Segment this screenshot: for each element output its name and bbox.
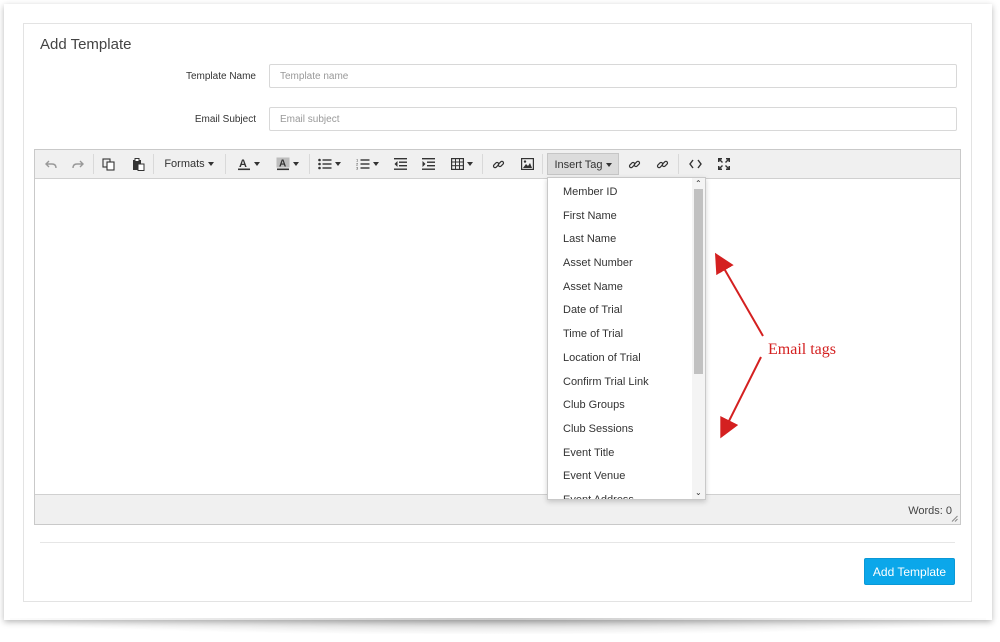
insert-tag-label: Insert Tag — [554, 159, 603, 171]
redo-icon[interactable] — [70, 153, 86, 175]
insert-tag-menu-item[interactable]: First Name — [548, 205, 692, 229]
editor-toolbar: Formats A A 123 Insert Tag — [35, 150, 960, 179]
font-color-icon[interactable]: A — [232, 153, 264, 175]
chevron-down-icon — [372, 162, 379, 167]
insert-tag-menu-item[interactable]: Event Address — [548, 489, 692, 499]
word-count: Words: 0 — [908, 505, 952, 517]
add-template-button[interactable]: Add Template — [864, 558, 955, 585]
panel-title: Add Template — [40, 36, 132, 53]
toolbar-separator — [225, 154, 226, 174]
scrollbar-thumb[interactable] — [694, 189, 703, 374]
indent-icon[interactable] — [420, 153, 436, 175]
resize-handle-icon[interactable] — [951, 515, 958, 522]
insert-tag-menu-item[interactable]: Asset Name — [548, 276, 692, 300]
insert-tag-menu-item[interactable]: Member ID — [548, 181, 692, 205]
insert-tag-menu-item[interactable]: Event Venue — [548, 465, 692, 489]
table-icon[interactable] — [448, 153, 476, 175]
copy-icon[interactable] — [100, 153, 116, 175]
editor-content-area[interactable] — [35, 179, 960, 495]
template-name-label: Template Name — [185, 71, 256, 82]
fullscreen-icon[interactable] — [716, 153, 732, 175]
insert-tag-dropdown-button[interactable]: Insert Tag — [547, 153, 619, 175]
editor-statusbar: Words: 0 — [35, 494, 960, 524]
email-subject-input[interactable] — [269, 107, 957, 131]
svg-text:A: A — [239, 158, 247, 170]
insert-tag-menu-item[interactable]: Asset Number — [548, 252, 692, 276]
annotation-label: Email tags — [768, 341, 836, 358]
link-icon[interactable] — [490, 153, 506, 175]
insert-tag-menu-item[interactable]: Time of Trial — [548, 323, 692, 347]
insert-tag-menu-scrollbar[interactable]: ⌃ ⌄ — [692, 178, 705, 499]
chevron-down-icon — [334, 162, 341, 167]
insert-tag-menu-item[interactable]: Location of Trial — [548, 347, 692, 371]
formats-dropdown[interactable]: Formats — [159, 153, 219, 175]
template-name-input[interactable] — [269, 64, 957, 88]
toolbar-separator — [678, 154, 679, 174]
svg-text:A: A — [279, 159, 286, 170]
chevron-down-icon — [467, 162, 473, 167]
chevron-down-icon — [605, 163, 612, 168]
insert-tag-menu: Member ID First Name Last Name Asset Number… — [547, 177, 706, 500]
rich-text-editor: Formats A A 123 Insert Tag Words: 0 — [34, 149, 961, 525]
toolbar-separator — [542, 154, 543, 174]
insert-link-icon[interactable] — [626, 153, 642, 175]
chevron-down-icon — [253, 162, 260, 167]
toolbar-separator — [93, 154, 94, 174]
form-divider — [40, 542, 955, 543]
outdent-icon[interactable] — [392, 153, 408, 175]
email-subject-label: Email Subject — [194, 114, 256, 125]
insert-tag-menu-item[interactable]: Event Title — [548, 442, 692, 466]
background-color-icon[interactable]: A — [271, 153, 303, 175]
page-curl-shadow — [10, 618, 986, 634]
toolbar-separator — [153, 154, 154, 174]
insert-tag-menu-item[interactable]: Club Groups — [548, 394, 692, 418]
insert-tag-menu-item[interactable]: Confirm Trial Link — [548, 371, 692, 395]
insert-tag-menu-item[interactable]: Last Name — [548, 228, 692, 252]
insert-tag-menu-list: Member ID First Name Last Name Asset Number… — [548, 178, 692, 499]
source-code-icon[interactable] — [687, 153, 703, 175]
image-icon[interactable] — [519, 153, 535, 175]
formats-label: Formats — [164, 158, 205, 170]
unlink-icon[interactable] — [654, 153, 670, 175]
toolbar-separator — [309, 154, 310, 174]
chevron-down-icon — [292, 162, 299, 167]
paste-icon[interactable] — [130, 153, 146, 175]
bullet-list-icon[interactable] — [314, 153, 344, 175]
numbered-list-icon[interactable]: 123 — [352, 153, 382, 175]
toolbar-separator — [482, 154, 483, 174]
insert-tag-menu-item[interactable]: Club Sessions — [548, 418, 692, 442]
undo-icon[interactable] — [43, 153, 59, 175]
svg-text:3: 3 — [356, 166, 359, 171]
chevron-up-icon[interactable]: ⌃ — [695, 180, 702, 188]
add-template-panel: Add Template Template Name Email Subject — [23, 23, 972, 602]
insert-tag-menu-item[interactable]: Date of Trial — [548, 299, 692, 323]
chevron-down-icon[interactable]: ⌄ — [695, 489, 702, 497]
chevron-down-icon — [207, 162, 214, 167]
